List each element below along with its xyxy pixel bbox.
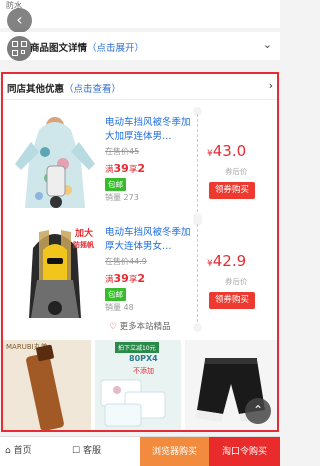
home-button[interactable]: ⌂ 首页 [5,437,32,466]
coupon-price: ¥42.9 [207,252,246,270]
home-icon: ⌂ [5,446,11,456]
original-price: 在售价45 [105,147,140,156]
product-card[interactable]: 电动车挡风被冬季加大加厚连体男… 在售价45 满39享2 包邮 销量 273 ¥… [9,107,271,222]
ad-banner-row: MARUBI丸美 拍下立减10元 80PX4 不添加 [3,340,277,430]
sales-count: 销量 48 [105,303,134,312]
home-label: 首页 [13,446,32,456]
price-value: 43.0 [212,142,247,160]
expand-link[interactable]: （点击展开） [87,43,144,54]
up-arrow-icon[interactable]: ⌃ [245,398,271,424]
promo-title: 同店其他优惠（点击查看） [7,81,121,95]
deal-text: 满39享2 [105,162,145,175]
deal-text: 满39享2 [105,272,145,285]
original-price: 在售价44.9 [105,257,147,266]
back-arrow-icon[interactable]: ‹ [7,8,32,33]
ad-banner[interactable]: 拍下立减10元 80PX4 不添加 [95,340,181,430]
view-link[interactable]: （点击查看） [64,84,121,95]
product-image[interactable] [9,112,101,212]
promo-header[interactable]: 同店其他优惠（点击查看） › [3,74,277,100]
top-strip: 防水 [0,0,280,28]
deal-prefix: 满 [105,165,114,175]
more-label: 更多本站精品 [119,322,171,332]
chevron-right-icon[interactable]: › [269,79,273,92]
sales-count: 销量 273 [105,193,139,202]
deal-amount: 39 [113,272,129,285]
store-promo-section: 同店其他优惠（点击查看） › 电动车挡风被冬季加大加厚连体男… 在售价45 满3… [1,72,279,432]
promo-title-text: 同店其他优惠 [7,84,65,95]
free-shipping-badge: 包邮 [105,178,126,191]
coupon-label: 券后价 [225,277,248,286]
chat-icon: ☐ [72,446,81,456]
deal-prefix: 满 [105,275,114,285]
service-label: 客服 [82,446,101,456]
product-card[interactable]: 加大 防摇帆 电动车挡风被冬季加厚大连体男女… 在售价44.9 满39享2 包邮… [9,217,271,332]
coupon-divider [197,114,198,212]
heart-icon: ♡ [109,322,117,332]
coupon-divider [197,224,198,322]
chevron-down-icon[interactable]: ⌄ [263,38,272,51]
image-caption: 加大 [74,227,93,239]
price-value: 42.9 [212,252,247,270]
browser-buy-button[interactable]: 浏览器购买 [140,437,209,466]
coupon-price: ¥43.0 [207,142,246,160]
customer-service-button[interactable]: ☐ 客服 [72,437,101,466]
tao-code-buy-button[interactable]: 淘口令购买 [209,437,280,466]
deal-off: 2 [137,272,145,285]
detail-section-header[interactable]: 商品图文详情（点击展开） ⌄ [0,32,280,61]
get-coupon-button[interactable]: 领券购买 [209,182,255,199]
ad-banner[interactable]: MARUBI丸美 [3,340,91,430]
product-name[interactable]: 电动车挡风被冬季加厚大连体男女… [105,226,191,254]
deal-amount: 39 [113,162,129,175]
more-products-link[interactable]: ♡ 更多本站精品 [3,320,277,332]
coupon-label: 券后价 [225,167,248,176]
free-shipping-badge: 包邮 [105,288,126,301]
image-caption: 防摇帆 [73,240,94,249]
detail-title: 商品图文详情（点击展开） [30,40,144,54]
bottom-bar: ⌂ 首页 ☐ 客服 浏览器购买 淘口令购买 [0,436,280,466]
product-name[interactable]: 电动车挡风被冬季加大加厚连体男… [105,116,191,144]
deal-off: 2 [137,162,145,175]
get-coupon-button[interactable]: 领券购买 [209,292,255,309]
detail-title-text: 商品图文详情 [30,43,88,54]
product-image[interactable]: 加大 防摇帆 [9,222,101,322]
qr-code-icon[interactable] [7,36,32,61]
